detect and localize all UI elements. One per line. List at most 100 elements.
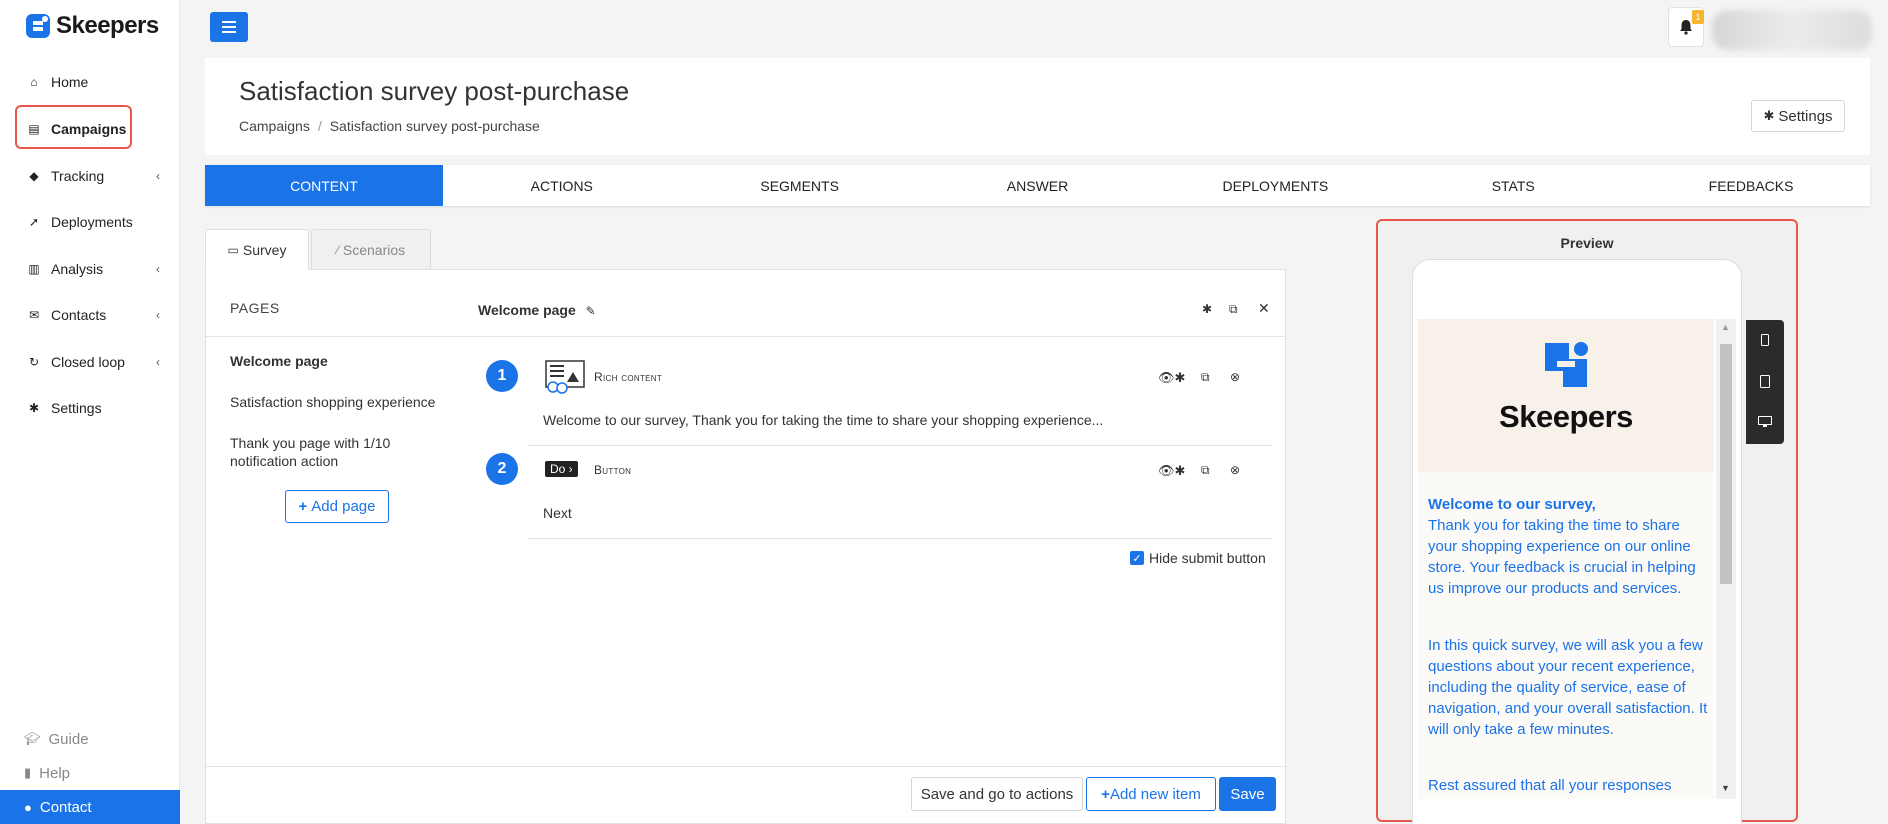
preview-scrollbar[interactable]: ▲ ▼ <box>1716 319 1736 799</box>
tab-stats[interactable]: STATS <box>1394 165 1632 206</box>
settings-button[interactable]: ✱ Settings <box>1751 100 1845 132</box>
skeepers-logo-icon <box>26 14 50 38</box>
checkbox-checked-icon[interactable]: ✓ <box>1130 551 1144 565</box>
menu-toggle-button[interactable] <box>210 12 248 42</box>
phone-mockup: Skeepers Welcome to our survey, Thank yo… <box>1412 259 1742 824</box>
page-item-satisfaction[interactable]: Satisfaction shopping experience <box>230 393 440 411</box>
sidebar-item-analysis[interactable]: ▥ Analysis ‹ <box>0 251 180 287</box>
hide-submit-checkbox[interactable]: ✓ Hide submit button <box>1130 550 1266 566</box>
sidebar-item-label: Campaigns <box>51 121 127 137</box>
desktop-view-icon[interactable] <box>1746 402 1784 442</box>
sidebar-item-label: Contacts <box>51 307 107 323</box>
subtab-scenarios[interactable]: ⁄ Scenarios <box>311 229 431 269</box>
scroll-down-icon[interactable]: ▼ <box>1721 783 1730 793</box>
chevron-left-icon: ‹ <box>156 169 160 183</box>
gear-icon: ✱ <box>28 401 40 415</box>
duplicate-item-icon[interactable]: ⧉ <box>1201 463 1210 478</box>
preview-title: Preview <box>1560 235 1614 251</box>
sidebar-item-campaigns[interactable]: ▤ Campaigns <box>0 111 180 147</box>
sidebar-item-label: Home <box>51 74 89 90</box>
logo[interactable]: Skeepers <box>24 12 159 40</box>
preview-paragraph-1: Thank you for taking the time to share y… <box>1428 517 1696 597</box>
chevron-left-icon: ‹ <box>156 308 160 322</box>
preview-paragraph-3: Rest assured that all your responses <box>1428 777 1672 794</box>
item-type-label: Rich content <box>594 370 663 384</box>
sidebar-item-label: Tracking <box>51 168 105 184</box>
contact-button[interactable]: ● Contact <box>0 790 180 824</box>
hide-submit-label: Hide submit button <box>1149 550 1266 566</box>
refresh-icon: ↻ <box>28 355 40 369</box>
user-menu[interactable] <box>1712 10 1872 50</box>
tab-answer[interactable]: ANSWER <box>919 165 1157 206</box>
page-item-thank-you[interactable]: Thank you page with 1/10 notification ac… <box>230 434 440 470</box>
tab-feedbacks[interactable]: FEEDBACKS <box>1632 165 1870 206</box>
sidebar-item-closed-loop[interactable]: ↻ Closed loop ‹ <box>0 344 180 380</box>
delete-page-icon[interactable]: ✕ <box>1258 300 1270 317</box>
page-item-welcome[interactable]: Welcome page <box>230 352 440 370</box>
plus-icon: + <box>1101 785 1110 803</box>
subtab-scenarios-label: Scenarios <box>342 241 406 258</box>
delete-item-icon[interactable]: ⊗ <box>1230 370 1240 384</box>
sidebar-item-label: Deployments <box>51 214 133 230</box>
tab-deployments[interactable]: DEPLOYMENTS <box>1156 165 1394 206</box>
sidebar-item-contacts[interactable]: ✉ Contacts ‹ <box>0 297 180 333</box>
file-icon: ▤ <box>28 122 40 136</box>
add-new-item-label: Add new item <box>1109 785 1201 803</box>
visibility-settings-icon[interactable]: 👁︎✱ <box>1158 463 1185 479</box>
scroll-thumb[interactable] <box>1720 344 1732 584</box>
chevron-left-icon: ‹ <box>156 355 160 369</box>
item-type-label: Button <box>594 463 632 477</box>
sidebar-item-label: Closed loop <box>51 354 125 370</box>
save-and-go-to-actions-button[interactable]: Save and go to actions <box>911 777 1083 811</box>
help-link[interactable]: ▮ Help <box>24 761 70 785</box>
page-title: Satisfaction survey post-purchase <box>239 76 630 106</box>
duplicate-item-icon[interactable]: ⧉ <box>1201 370 1210 385</box>
subtab-survey[interactable]: ▭ Survey <box>205 229 309 270</box>
survey-icon: ▭ <box>227 243 239 257</box>
sidebar-item-home[interactable]: ⌂ Home <box>0 64 180 100</box>
visibility-settings-icon[interactable]: 👁︎✱ <box>1158 370 1185 386</box>
hamburger-icon <box>222 21 236 33</box>
add-new-item-button[interactable]: + Add new item <box>1086 777 1216 811</box>
preview-welcome-heading: Welcome to our survey, <box>1428 496 1596 513</box>
delete-item-icon[interactable]: ⊗ <box>1230 463 1240 477</box>
sidebar-item-settings[interactable]: ✱ Settings <box>0 390 180 426</box>
sidebar-item-deployments[interactable]: ➚ Deployments <box>0 204 180 240</box>
breadcrumb: Campaigns / Satisfaction survey post-purch… <box>239 118 540 134</box>
pages-heading: PAGES <box>230 300 280 316</box>
scroll-up-icon[interactable]: ▲ <box>1721 322 1730 332</box>
pencil-icon[interactable]: ✎ <box>586 304 596 318</box>
magic-wand-icon: ⁄ <box>336 242 339 257</box>
divider <box>206 336 468 337</box>
add-page-button[interactable]: + Add page <box>285 490 389 523</box>
breadcrumb-campaigns[interactable]: Campaigns <box>239 118 310 134</box>
item-preview-text: Next <box>543 505 572 521</box>
subtab-survey-label: Survey <box>242 242 287 258</box>
item-preview-text: Welcome to our survey, Thank you for tak… <box>543 412 1104 428</box>
survey-editor: PAGES Welcome page Satisfaction shopping… <box>205 269 1286 824</box>
preview-hero: Skeepers <box>1418 319 1714 472</box>
skeepers-logo-icon <box>1545 342 1588 387</box>
tab-content[interactable]: CONTENT <box>205 165 443 206</box>
chat-icon: ● <box>24 799 32 815</box>
page-settings-icon[interactable]: ✱ <box>1202 302 1212 316</box>
tablet-view-icon[interactable] <box>1746 361 1784 401</box>
book-icon: ▮ <box>24 765 32 780</box>
item-number: 2 <box>486 453 518 485</box>
duplicate-page-icon[interactable]: ⧉ <box>1229 302 1238 317</box>
tab-segments[interactable]: SEGMENTS <box>681 165 919 206</box>
phone-screen: Skeepers Welcome to our survey, Thank yo… <box>1418 319 1714 799</box>
rich-content-icon <box>545 360 585 394</box>
save-button[interactable]: Save <box>1219 777 1276 811</box>
breadcrumb-current: Satisfaction survey post-purchase <box>329 118 540 134</box>
guide-label: Guide <box>48 730 89 748</box>
rocket-icon: ➚ <box>28 215 40 229</box>
tab-actions[interactable]: ACTIONS <box>443 165 681 206</box>
guide-link[interactable]: 🎓︎ Guide <box>24 727 89 751</box>
welcome-page-title-text: Welcome page <box>478 302 576 318</box>
page-header: Satisfaction survey post-purchase Campai… <box>205 58 1870 155</box>
sidebar-item-label: Settings <box>51 400 102 416</box>
sidebar-item-tracking[interactable]: ◆ Tracking ‹ <box>0 158 180 194</box>
mobile-view-icon[interactable] <box>1746 320 1784 360</box>
bell-icon <box>1680 20 1692 35</box>
